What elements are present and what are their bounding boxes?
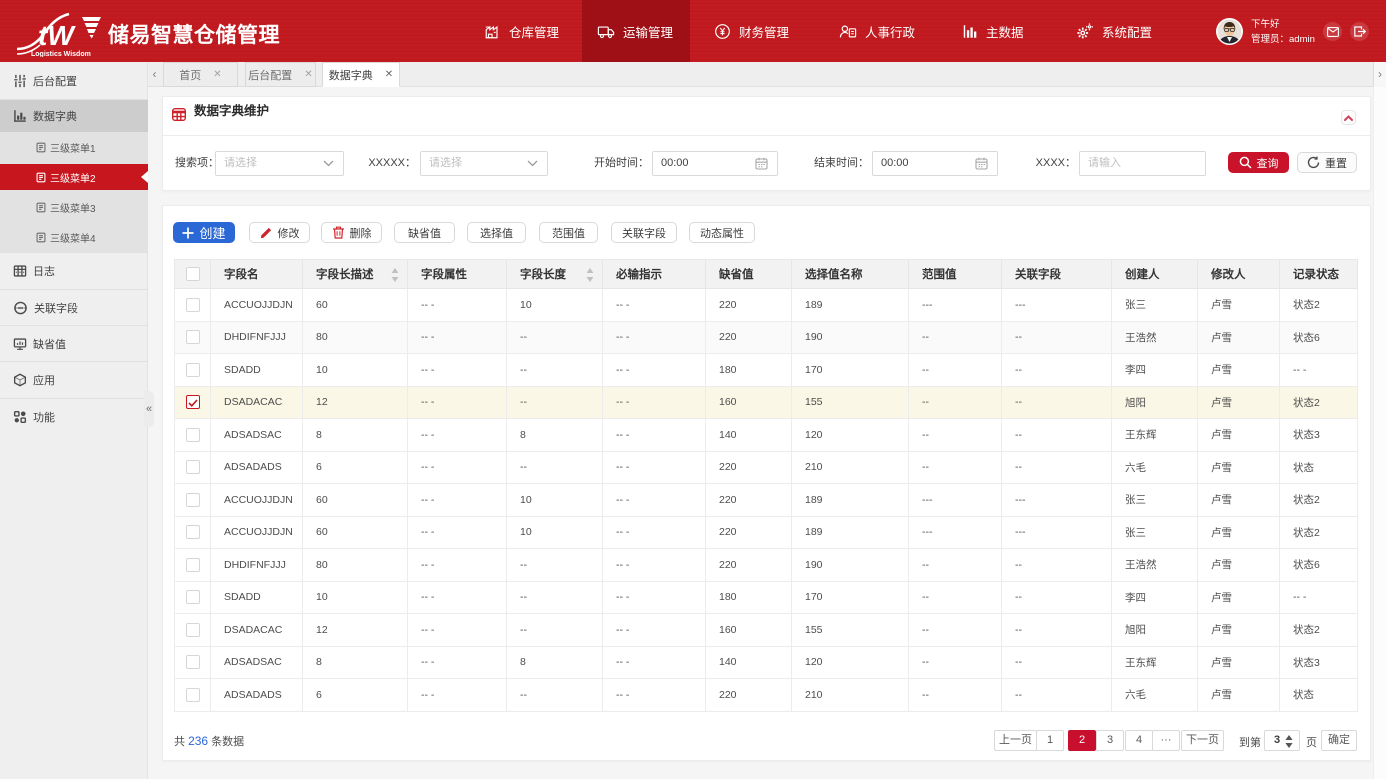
svg-text:Logistics Wisdom: Logistics Wisdom: [31, 51, 91, 57]
svg-text:tW: tW: [38, 20, 76, 51]
